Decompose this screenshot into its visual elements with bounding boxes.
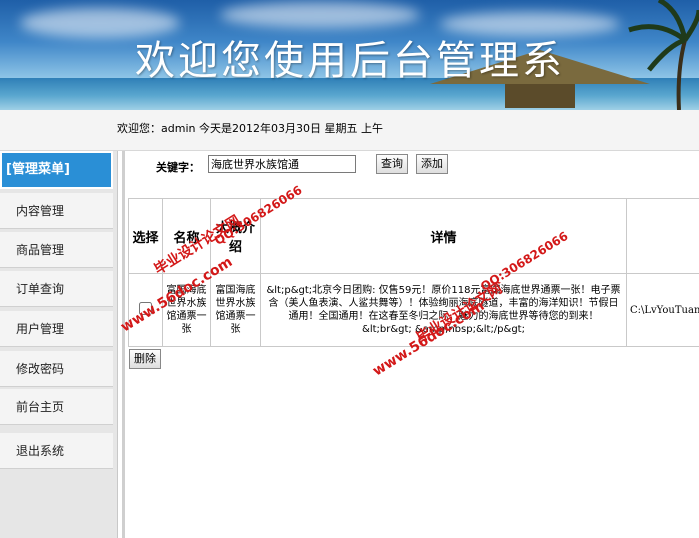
sidebar-item-orders[interactable]: 订单查询 xyxy=(0,271,113,307)
info-bar: 欢迎您：admin 今天是2012年03月30日 星期五 上午 xyxy=(0,110,699,151)
sidebar: [管理菜单] 内容管理 商品管理 订单查询 用户管理 修改密码 前台主页 退出系… xyxy=(0,151,118,538)
sidebar-item-content[interactable]: 内容管理 xyxy=(0,193,113,229)
delete-button[interactable]: 删除 xyxy=(129,349,161,369)
header-image xyxy=(626,198,699,274)
content-divider xyxy=(122,151,125,538)
sidebar-item-frontpage[interactable]: 前台主页 xyxy=(0,389,113,425)
header-banner: 欢迎您使用后台管理系 xyxy=(0,0,699,110)
palm-tree-icon xyxy=(628,0,699,110)
sidebar-item-products[interactable]: 商品管理 xyxy=(0,232,113,268)
welcome-text: 欢迎您：admin 今天是2012年03月30日 星期五 上午 xyxy=(117,122,383,135)
sidebar-item-logout[interactable]: 退出系统 xyxy=(0,433,113,469)
menu-heading: [管理菜单] xyxy=(0,151,113,189)
search-input[interactable] xyxy=(208,155,356,173)
sidebar-item-users[interactable]: 用户管理 xyxy=(0,311,113,347)
query-button[interactable]: 查询 xyxy=(376,154,408,174)
search-label: 关键字： xyxy=(156,161,200,174)
sidebar-item-password[interactable]: 修改密码 xyxy=(0,351,113,387)
system-title: 欢迎您使用后台管理系 xyxy=(135,38,565,84)
table-row: 富国海底世界水族馆通票一张 富国海底世界水族馆通票一张 &lt;p&gt;北京今… xyxy=(128,273,699,347)
cloud xyxy=(220,2,420,28)
header-detail: 详情 xyxy=(260,198,627,274)
add-button[interactable]: 添加 xyxy=(416,154,448,174)
image-path-cell: C:\LvYouTuan xyxy=(626,273,699,347)
hut-body xyxy=(505,84,575,108)
intro-cell: 富国海底世界水族馆通票一张 xyxy=(210,273,261,347)
